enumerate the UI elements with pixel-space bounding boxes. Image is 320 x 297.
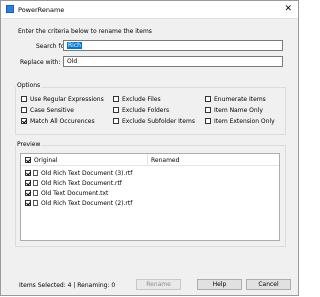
status-text: Items Selected: 4 | Renaming: 0 (19, 282, 116, 289)
search-input[interactable]: Rich (63, 40, 283, 51)
exclude-subfolder-label: Exclude Subfolder Items (122, 118, 195, 125)
powerrename-window: PowerRename ✕ Enter the criteria below t… (0, 0, 299, 296)
preview-list-header: Original Renamed (21, 154, 279, 166)
window-title: PowerRename (18, 6, 65, 14)
case-sensitive-checkbox[interactable] (21, 107, 27, 113)
powerrename-app-icon (6, 5, 14, 13)
use-regex-checkbox[interactable] (21, 96, 27, 102)
row-checkbox[interactable] (25, 180, 31, 186)
txt-file-icon (33, 190, 38, 196)
close-icon[interactable]: ✕ (284, 3, 292, 15)
exclude-files-label: Exclude Files (122, 96, 161, 103)
row-checkbox[interactable] (25, 200, 31, 206)
item-extension-only-label: Item Extension Only (214, 118, 275, 125)
exclude-subfolder-checkbox[interactable] (113, 118, 119, 124)
enumerate-items-label: Enumerate Items (214, 96, 266, 103)
match-all-label: Match All Occurences (30, 118, 95, 125)
exclude-folders-label: Exclude Folders (122, 107, 170, 114)
search-input-value: Rich (67, 42, 82, 49)
row-checkbox[interactable] (25, 190, 31, 196)
replace-label: Replace with: (20, 59, 61, 66)
row-original-name: Old Rich Text Document (3).rtf (41, 170, 133, 177)
replace-input[interactable]: Old (63, 56, 283, 67)
use-regex-label: Use Regular Expressions (30, 96, 104, 103)
row-original-name: Old Rich Text Document.rtf (41, 180, 122, 187)
rtf-file-icon (33, 200, 38, 206)
rtf-file-icon (33, 180, 38, 186)
row-original-name: Old Rich Text Document (2).rtf (41, 200, 133, 207)
replace-input-value: Old (67, 58, 78, 65)
column-original[interactable]: Original (34, 157, 57, 164)
preview-list[interactable]: Original Renamed Old Rich Text Document … (20, 153, 280, 241)
title-bar: PowerRename ✕ (1, 1, 298, 19)
rtf-file-icon (33, 170, 38, 176)
rename-button[interactable]: Rename (136, 279, 181, 290)
select-all-checkbox[interactable] (25, 157, 31, 163)
enumerate-items-checkbox[interactable] (205, 96, 211, 102)
cancel-button[interactable]: Cancel (246, 279, 291, 290)
exclude-folders-checkbox[interactable] (113, 107, 119, 113)
match-all-checkbox[interactable] (21, 118, 27, 124)
column-renamed[interactable]: Renamed (151, 157, 179, 164)
options-title: Options (16, 82, 42, 89)
exclude-files-checkbox[interactable] (113, 96, 119, 102)
case-sensitive-label: Case Sensitive (30, 107, 74, 114)
item-extension-only-checkbox[interactable] (205, 118, 211, 124)
item-name-only-label: Item Name Only (214, 107, 263, 114)
column-separator[interactable] (147, 154, 148, 165)
item-name-only-checkbox[interactable] (205, 107, 211, 113)
instructions-text: Enter the criteria below to rename the i… (18, 28, 152, 35)
row-checkbox[interactable] (25, 170, 31, 176)
preview-title: Preview (16, 141, 42, 148)
help-button[interactable]: Help (197, 279, 242, 290)
row-original-name: Old Text Document.txt (41, 190, 109, 197)
